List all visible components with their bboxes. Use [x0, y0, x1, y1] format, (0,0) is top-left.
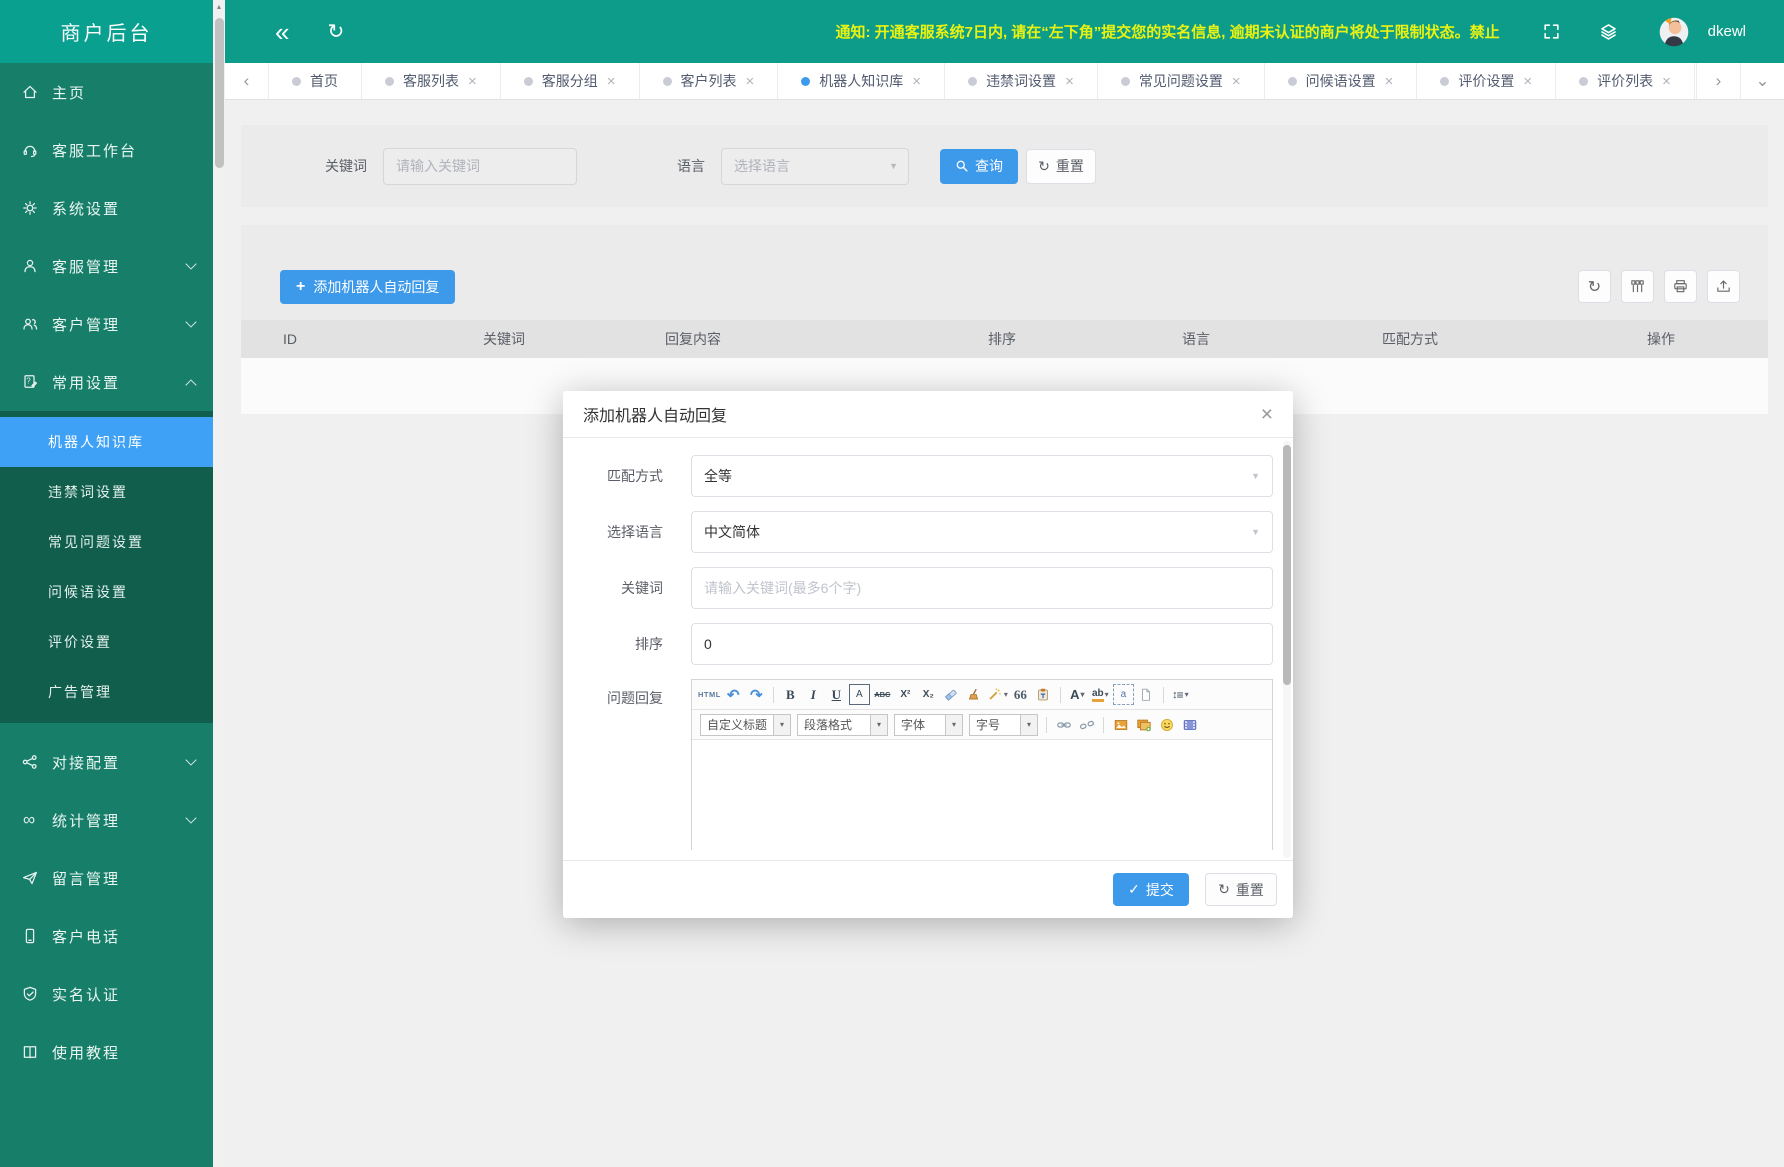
combo-label: 字号 [970, 716, 1020, 733]
caret-icon: ▾ [1081, 690, 1085, 699]
editor-toolbar-row-1: HTML ↶ ↷ B I U A ABC X² X₂ ▾ [692, 680, 1272, 710]
modal-language-select[interactable]: 中文简体 ▼ [691, 511, 1273, 553]
char-border-icon[interactable]: A [849, 684, 870, 705]
sort-row: 排序 [583, 623, 1293, 665]
blockquote-icon[interactable]: 66 [1010, 684, 1031, 705]
match-type-row: 匹配方式 全等 ▼ [583, 455, 1293, 497]
modal-scrollbar-thumb[interactable] [1283, 445, 1291, 685]
format-brush-icon[interactable] [964, 684, 985, 705]
combo-arrow-icon[interactable]: ▾ [945, 715, 962, 735]
select-arrow-icon: ▼ [1251, 527, 1260, 537]
lines-glyph: ≡ [1177, 688, 1184, 702]
unlink-icon[interactable] [1076, 714, 1097, 735]
combo-label: 段落格式 [798, 716, 870, 733]
sort-label: 排序 [583, 634, 663, 654]
combo-arrow-icon[interactable]: ▾ [870, 715, 887, 735]
underline-icon[interactable]: U [826, 684, 847, 705]
editor-toolbar-row-2: 自定义标题▾ 段落格式▾ 字体▾ 字号▾ [692, 710, 1272, 740]
highlight-glyph: ab [1092, 688, 1104, 702]
video-icon[interactable] [1179, 714, 1200, 735]
heading-combo[interactable]: 自定义标题▾ [700, 714, 791, 736]
match-type-value: 全等 [704, 466, 732, 486]
check-icon: ✓ [1128, 881, 1140, 898]
combo-arrow-icon[interactable]: ▾ [773, 715, 790, 735]
emoji-icon[interactable] [1156, 714, 1177, 735]
auto-typeset-icon[interactable]: ▾ [987, 684, 1008, 705]
modal-keyword-label: 关键词 [583, 578, 663, 598]
font-color-glyph: A [1070, 687, 1079, 702]
modal-body: 匹配方式 全等 ▼ 选择语言 中文简体 ▼ 关键词 排序 [563, 438, 1293, 850]
match-type-label: 匹配方式 [583, 466, 663, 486]
reply-label: 问题回复 [583, 688, 663, 708]
toolbar-divider [1060, 687, 1061, 703]
toolbar-divider [1163, 687, 1164, 703]
font-size-combo[interactable]: 字号▾ [969, 714, 1038, 736]
modal-scrollbar[interactable] [1283, 441, 1291, 858]
reset-icon: ↻ [1218, 881, 1230, 898]
reply-row: 问题回复 HTML ↶ ↷ B I U A ABC X² X₂ [583, 679, 1293, 850]
redo-icon[interactable]: ↷ [746, 684, 767, 705]
modal-language-label: 选择语言 [583, 522, 663, 542]
italic-icon[interactable]: I [803, 684, 824, 705]
multi-image-icon[interactable] [1133, 714, 1154, 735]
submit-button[interactable]: ✓ 提交 [1113, 873, 1189, 906]
modal-keyword-input[interactable] [691, 567, 1273, 609]
language-row: 选择语言 中文简体 ▼ [583, 511, 1293, 553]
modal-language-value: 中文简体 [704, 522, 760, 542]
new-page-icon[interactable] [1136, 684, 1157, 705]
eraser-icon[interactable] [941, 684, 962, 705]
toolbar-divider [1103, 717, 1104, 733]
combo-arrow-icon[interactable]: ▾ [1020, 715, 1037, 735]
toolbar-divider [1046, 717, 1047, 733]
select-arrow-icon: ▼ [1251, 471, 1260, 481]
font-family-combo[interactable]: 字体▾ [894, 714, 963, 736]
combo-label: 自定义标题 [701, 716, 773, 733]
subscript-icon[interactable]: X₂ [918, 684, 939, 705]
add-robot-reply-modal: 添加机器人自动回复 × 匹配方式 全等 ▼ 选择语言 中文简体 ▼ 关键词 [563, 391, 1293, 918]
editor-content-area[interactable] [692, 740, 1272, 850]
keyword-row: 关键词 [583, 567, 1293, 609]
combo-label: 字体 [895, 716, 945, 733]
modal-reset-button-label: 重置 [1236, 880, 1264, 900]
modal-footer: ✓ 提交 ↻ 重置 [563, 860, 1293, 918]
modal-close-icon[interactable]: × [1261, 404, 1273, 425]
html-source-icon[interactable]: HTML [698, 684, 721, 705]
insert-image-icon[interactable] [1110, 714, 1131, 735]
match-type-select[interactable]: 全等 ▼ [691, 455, 1273, 497]
line-spacing-icon[interactable]: ↕≡▾ [1170, 684, 1191, 705]
toolbar-divider [773, 687, 774, 703]
strikethrough-icon[interactable]: ABC [872, 684, 893, 705]
undo-icon[interactable]: ↶ [723, 684, 744, 705]
modal-reset-button[interactable]: ↻ 重置 [1205, 873, 1277, 906]
anchor-icon[interactable]: a [1113, 684, 1134, 705]
caret-icon: ▾ [1004, 690, 1008, 699]
link-icon[interactable] [1053, 714, 1074, 735]
paragraph-combo[interactable]: 段落格式▾ [797, 714, 888, 736]
modal-overlay: 添加机器人自动回复 × 匹配方式 全等 ▼ 选择语言 中文简体 ▼ 关键词 [0, 0, 1784, 1167]
font-color-icon[interactable]: A▾ [1067, 684, 1088, 705]
caret-icon: ▾ [1185, 690, 1189, 699]
superscript-icon[interactable]: X² [895, 684, 916, 705]
rich-text-editor: HTML ↶ ↷ B I U A ABC X² X₂ ▾ [691, 679, 1273, 850]
highlight-color-icon[interactable]: ab▾ [1090, 684, 1111, 705]
modal-title: 添加机器人自动回复 [583, 402, 727, 426]
modal-header: 添加机器人自动回复 × [563, 391, 1293, 438]
sort-input[interactable] [691, 623, 1273, 665]
bold-icon[interactable]: B [780, 684, 801, 705]
paste-plain-icon[interactable] [1033, 684, 1054, 705]
caret-icon: ▾ [1105, 690, 1109, 699]
submit-button-label: 提交 [1146, 880, 1174, 900]
